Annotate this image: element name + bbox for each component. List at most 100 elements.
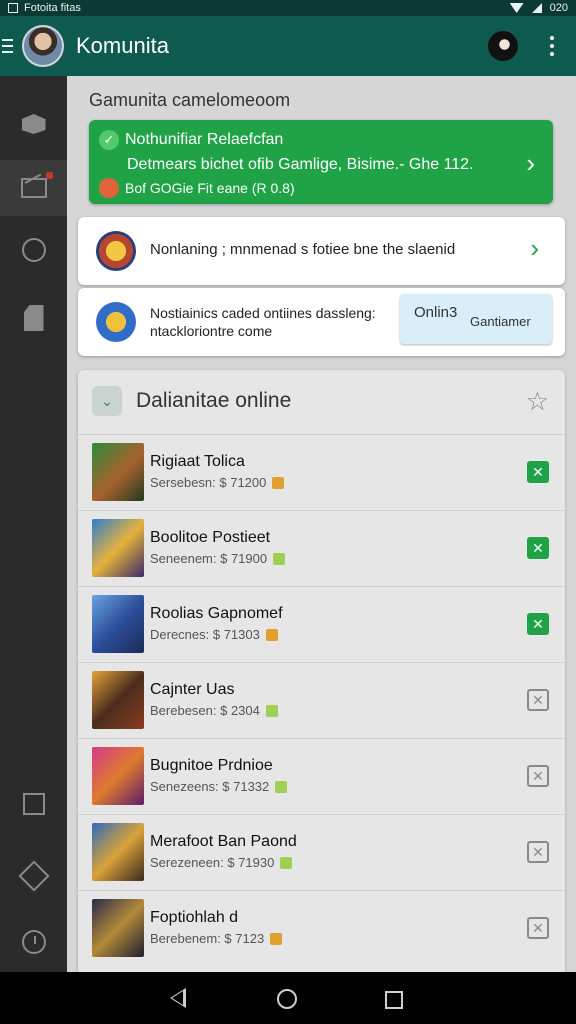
game-thumbnail <box>92 443 144 501</box>
item-subtitle: Sersebesn: $ 71200 <box>150 475 285 490</box>
coin-icon <box>265 628 278 641</box>
item-title: Bugnitoe Prdnioe <box>150 757 273 774</box>
notification-icon <box>8 3 18 13</box>
list-item[interactable]: Bugnitoe Prdnioe Senezeens: $ 71332 ✕ <box>78 738 565 814</box>
contact-line-2: ntackloriontre come <box>150 323 273 339</box>
wifi-icon <box>509 3 524 13</box>
status-bar: Fotoita fitas 020 <box>0 0 576 16</box>
notification-card[interactable]: ✓ Nothunifiar Relaefcfan Detmears bichet… <box>89 120 553 204</box>
status-right: 020 <box>509 2 568 14</box>
app-title: Komunita <box>76 33 169 58</box>
item-subtitle-text: Serezeneen: $ 71930 <box>150 855 275 870</box>
item-subtitle-text: Seneenem: $ 71900 <box>150 551 268 566</box>
contact-button[interactable]: Onlin3 Gantiamer <box>400 294 552 344</box>
check-toggle[interactable]: ✕ <box>527 841 549 863</box>
item-title: Cajnter Uas <box>150 681 235 698</box>
rail-item-history[interactable] <box>0 914 67 970</box>
rail-item-status[interactable] <box>0 222 67 278</box>
check-toggle[interactable]: ✕ <box>527 461 549 483</box>
rail-item-messages[interactable] <box>0 160 67 216</box>
coin-icon <box>275 780 288 793</box>
coin-icon <box>270 932 283 945</box>
home-icon[interactable] <box>277 989 297 1009</box>
check-toggle[interactable]: ✕ <box>527 689 549 711</box>
status-left: Fotoita fitas <box>8 2 81 14</box>
check-toggle[interactable]: ✕ <box>527 613 549 635</box>
item-subtitle: Serezeneen: $ 71930 <box>150 855 293 870</box>
check-toggle[interactable]: ✕ <box>527 765 549 787</box>
box-icon <box>21 114 46 134</box>
system-nav-bar <box>0 972 576 1024</box>
menu-icon[interactable] <box>0 16 22 76</box>
check-icon: ✓ <box>99 130 119 150</box>
alert-icon <box>99 178 119 198</box>
coin-icon <box>265 704 278 717</box>
item-title: Boolitoe Postieet <box>150 529 271 546</box>
rail-item-home[interactable] <box>0 96 67 152</box>
notification-title: Nothunifiar Relaefcfan <box>125 131 284 148</box>
item-subtitle-text: Berebesen: $ 2304 <box>150 703 260 718</box>
game-thumbnail <box>92 899 144 957</box>
unread-dot <box>46 172 53 179</box>
tag-icon <box>17 860 50 892</box>
item-subtitle-text: Derecnes: $ 71303 <box>150 627 260 642</box>
badge-icon <box>96 302 136 342</box>
collapse-button[interactable]: ⌄ <box>92 386 122 416</box>
rail-item-tags[interactable] <box>0 848 67 904</box>
main-content: Gamunita camelomeoom ✓ Nothunifiar Relae… <box>67 76 576 972</box>
chevron-right-icon[interactable]: › <box>526 148 535 179</box>
app-bar-actions <box>486 29 576 63</box>
status-label: Fotoita fitas <box>24 2 81 14</box>
item-subtitle: Derecnes: $ 71303 <box>150 627 278 642</box>
contact-status: Onlin3 <box>414 304 458 321</box>
check-toggle[interactable]: ✕ <box>527 537 549 559</box>
item-title: Foptiohlah d <box>150 909 239 926</box>
signal-icon <box>531 3 542 13</box>
list-item[interactable]: Merafoot Ban Paond Serezeneen: $ 71930 ✕ <box>78 814 565 890</box>
item-subtitle: Berebesen: $ 2304 <box>150 703 278 718</box>
list-item[interactable]: Boolitoe Postieet Seneenem: $ 71900 ✕ <box>78 510 565 586</box>
navigation-rail <box>0 76 67 972</box>
notification-meta: Bof GOGie Fit eane (R 0.8) <box>99 178 295 198</box>
online-list-panel: ⌄ Dalianitae online ☆ Rigiaat Tolica Ser… <box>78 370 565 972</box>
notice-text: Nonlaning ; mnmenad s fotiee bne the sla… <box>150 241 456 258</box>
list-item[interactable]: Cajnter Uas Berebesen: $ 2304 ✕ <box>78 662 565 738</box>
recent-apps-icon[interactable] <box>385 991 403 1009</box>
avatar[interactable] <box>22 25 64 67</box>
list-item[interactable]: Roolias Gapnomef Derecnes: $ 71303 ✕ <box>78 586 565 662</box>
mail-icon <box>20 178 47 198</box>
list-item[interactable]: Rigiaat Tolica Sersebesn: $ 71200 ✕ <box>78 434 565 510</box>
badge-icon <box>96 231 136 271</box>
status-time: 020 <box>549 2 568 14</box>
coin-icon <box>272 476 285 489</box>
contact-button-label: Gantiamer <box>470 314 531 329</box>
list-header: ⌄ Dalianitae online ☆ <box>78 370 565 434</box>
notification-meta-text: Bof GOGie Fit eane (R 0.8) <box>125 180 295 196</box>
list-item[interactable]: Foptiohlah d Berebenem: $ 7123 ✕ <box>78 890 565 966</box>
rail-item-documents[interactable] <box>0 290 67 346</box>
contact-card: Nostiainics caded ontiines dassleng: nta… <box>78 288 565 356</box>
item-title: Rigiaat Tolica <box>150 453 245 470</box>
clock-icon <box>21 930 46 954</box>
game-thumbnail <box>92 823 144 881</box>
item-subtitle: Senezeens: $ 71332 <box>150 779 288 794</box>
rail-item-edit[interactable] <box>0 776 67 832</box>
item-title: Roolias Gapnomef <box>150 605 283 622</box>
check-toggle[interactable]: ✕ <box>527 917 549 939</box>
item-subtitle-text: Senezeens: $ 71332 <box>150 779 270 794</box>
item-title: Merafoot Ban Paond <box>150 833 297 850</box>
list-title: Dalianitae online <box>136 389 292 412</box>
breadcrumb: Gamunita camelomeoom <box>89 90 291 110</box>
app-bar: Komunita <box>0 16 576 76</box>
game-thumbnail <box>92 519 144 577</box>
back-icon[interactable] <box>170 988 186 1008</box>
notice-card[interactable]: Nonlaning ; mnmenad s fotiee bne the sla… <box>78 217 565 285</box>
star-icon[interactable]: ☆ <box>526 386 549 417</box>
chevron-right-icon[interactable]: › <box>530 233 539 264</box>
more-options-icon[interactable] <box>550 36 554 56</box>
coin-icon <box>280 856 293 869</box>
coin-icon <box>273 552 286 565</box>
game-thumbnail <box>92 595 144 653</box>
game-thumbnail <box>92 747 144 805</box>
profile-icon[interactable] <box>486 29 520 63</box>
